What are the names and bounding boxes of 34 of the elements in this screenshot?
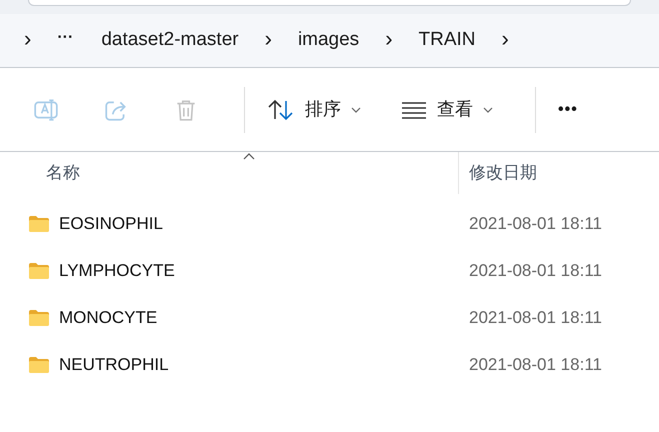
more-button[interactable]: ··· <box>57 30 74 52</box>
file-row[interactable]: EOSINOPHIL 2021-08-01 18:11 <box>0 200 659 247</box>
breadcrumb-item[interactable]: TRAIN <box>418 26 476 55</box>
sort-icon <box>267 98 295 122</box>
rename-icon <box>33 96 59 122</box>
list-icon <box>401 100 427 118</box>
folder-icon <box>28 308 50 326</box>
file-name: LYMPHOCYTE <box>59 260 175 282</box>
chevron-icon[interactable]: › <box>24 28 32 53</box>
file-row[interactable]: LYMPHOCYTE 2021-08-01 18:11 <box>0 247 659 294</box>
breadcrumb-item[interactable]: images <box>298 26 360 55</box>
caret-icon <box>483 106 493 112</box>
column-header[interactable]: 名称 <box>0 152 459 194</box>
breadcrumb-item[interactable]: dataset2-master <box>101 26 239 55</box>
folder-icon <box>28 214 50 232</box>
file-name: NEUTROPHIL <box>59 354 169 376</box>
file-row[interactable]: NEUTROPHIL 2021-08-01 18:11 <box>0 341 659 388</box>
chevron-icon[interactable]: › <box>264 28 272 53</box>
view-button[interactable]: 查看 <box>391 88 503 132</box>
modified-date: 2021-08-01 18:11 <box>468 260 602 282</box>
folder-icon <box>28 356 50 374</box>
modified-date: 2021-08-01 18:11 <box>468 212 602 235</box>
file-name: EOSINOPHIL <box>59 212 163 235</box>
chevron-icon[interactable]: › <box>385 28 393 53</box>
modified-date: 2021-08-01 18:11 <box>468 306 602 329</box>
modified-date: 2021-08-01 18:11 <box>468 354 602 376</box>
file-row[interactable]: MONOCYTE 2021-08-01 18:11 <box>0 294 659 341</box>
chevron-icon[interactable]: › <box>502 28 509 53</box>
sort-button[interactable]: 排序 <box>257 88 371 132</box>
folder-icon <box>28 262 50 280</box>
column-header[interactable]: 修改日期 <box>459 152 659 194</box>
file-name: MONOCYTE <box>59 306 158 329</box>
caret-icon <box>351 106 361 112</box>
more-button[interactable]: ••• <box>548 88 588 132</box>
